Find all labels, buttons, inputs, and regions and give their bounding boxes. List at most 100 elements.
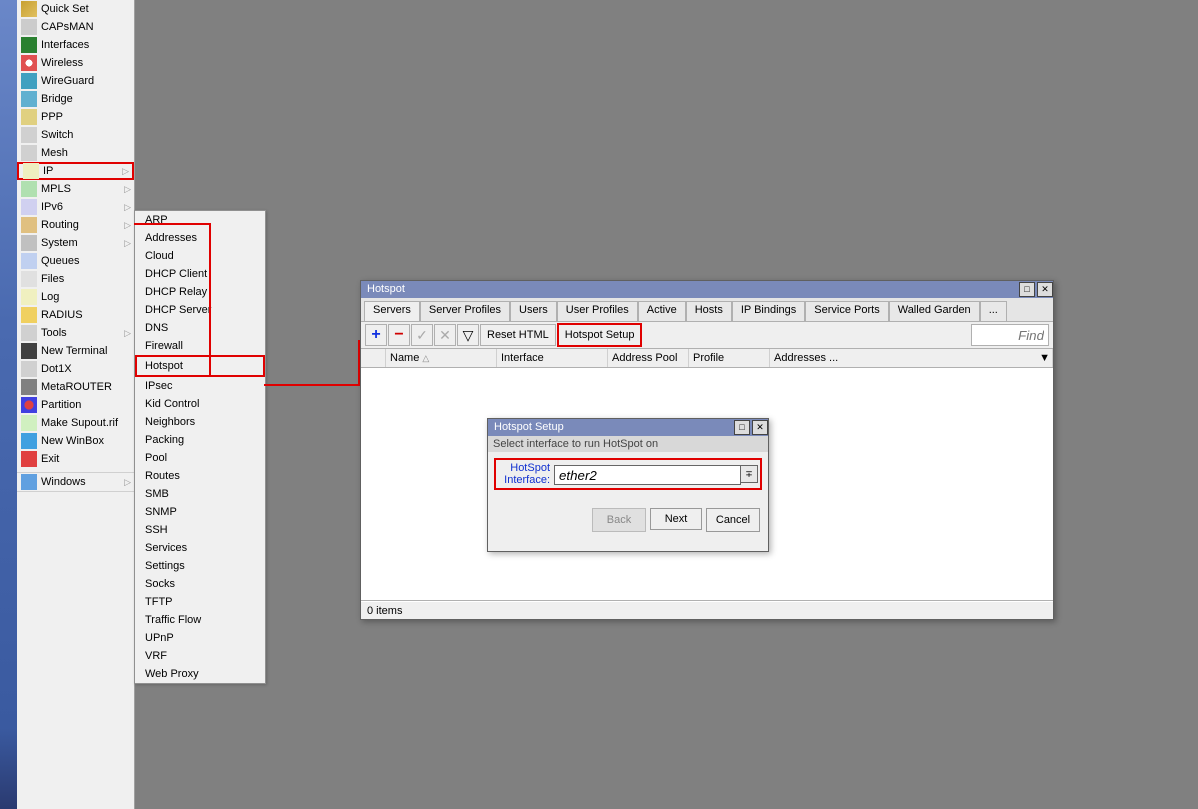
menu-label: Files [41, 270, 134, 288]
table-header-interface[interactable]: Interface [497, 349, 608, 367]
submenu-item-settings[interactable]: Settings [135, 557, 265, 575]
menu-item-windows[interactable]: Windows▷ [17, 472, 134, 492]
menu-item-interfaces[interactable]: Interfaces [17, 36, 134, 54]
submenu-item-snmp[interactable]: SNMP [135, 503, 265, 521]
menu-item-switch[interactable]: Switch [17, 126, 134, 144]
ic-quickset-icon [21, 1, 37, 17]
submenu-item-neighbors[interactable]: Neighbors [135, 413, 265, 431]
hotspot-interface-combo[interactable]: ∓ [554, 465, 758, 483]
menu-item-bridge[interactable]: Bridge [17, 90, 134, 108]
table-header-profile[interactable]: Profile [689, 349, 770, 367]
submenu-item-packing[interactable]: Packing [135, 431, 265, 449]
menu-item-mesh[interactable]: Mesh [17, 144, 134, 162]
disable-button[interactable]: ✕ [434, 324, 456, 346]
menu-item-files[interactable]: Files [17, 270, 134, 288]
submenu-item-tftp[interactable]: TFTP [135, 593, 265, 611]
submenu-item-services[interactable]: Services [135, 539, 265, 557]
menu-item-new-terminal[interactable]: New Terminal [17, 342, 134, 360]
menu-item-wireless[interactable]: Wireless [17, 54, 134, 72]
menu-item-capsman[interactable]: CAPsMAN [17, 18, 134, 36]
submenu-item-pool[interactable]: Pool [135, 449, 265, 467]
table-header-name[interactable]: Name△ [386, 349, 497, 367]
setup-titlebar[interactable]: Hotspot Setup □ ✕ [488, 419, 768, 436]
tab-users[interactable]: Users [510, 301, 557, 321]
tab--[interactable]: ... [980, 301, 1007, 321]
filter-button[interactable]: ▽ [457, 324, 479, 346]
menu-label: Queues [41, 252, 134, 270]
menu-item-metarouter[interactable]: MetaROUTER [17, 378, 134, 396]
menu-item-routing[interactable]: Routing▷ [17, 216, 134, 234]
submenu-item-kid-control[interactable]: Kid Control [135, 395, 265, 413]
submenu-item-dns[interactable]: DNS [135, 319, 265, 337]
menu-item-ppp[interactable]: PPP [17, 108, 134, 126]
tab-active[interactable]: Active [638, 301, 686, 321]
hotspot-interface-input[interactable] [554, 465, 741, 485]
tab-user-profiles[interactable]: User Profiles [557, 301, 638, 321]
enable-button[interactable]: ✓ [411, 324, 433, 346]
menu-item-quick-set[interactable]: Quick Set [17, 0, 134, 18]
close-button[interactable]: ✕ [1037, 282, 1053, 297]
ic-log-icon [21, 289, 37, 305]
tab-servers[interactable]: Servers [364, 301, 420, 321]
submenu-item-vrf[interactable]: VRF [135, 647, 265, 665]
cancel-button[interactable]: Cancel [706, 508, 760, 532]
menu-item-ip[interactable]: IP▷ [17, 162, 134, 180]
menu-item-wireguard[interactable]: WireGuard [17, 72, 134, 90]
submenu-item-firewall[interactable]: Firewall [135, 337, 265, 355]
minimize-button[interactable]: □ [1019, 282, 1035, 297]
menu-label: Log [41, 288, 134, 306]
table-header-addresses[interactable]: Addresses ...▼ [770, 349, 1053, 367]
hotspot-interface-label: HotSpot Interface: [498, 462, 554, 486]
reset-html-button[interactable]: Reset HTML [480, 324, 556, 346]
submenu-item-ipsec[interactable]: IPsec [135, 377, 265, 395]
submenu-item-cloud[interactable]: Cloud [135, 247, 265, 265]
tab-walled-garden[interactable]: Walled Garden [889, 301, 980, 321]
table-header-blank[interactable] [361, 349, 386, 367]
submenu-item-traffic-flow[interactable]: Traffic Flow [135, 611, 265, 629]
submenu-item-upnp[interactable]: UPnP [135, 629, 265, 647]
menu-item-tools[interactable]: Tools▷ [17, 324, 134, 342]
table-header-address-pool[interactable]: Address Pool [608, 349, 689, 367]
menu-item-new-winbox[interactable]: New WinBox [17, 432, 134, 450]
menu-item-ipv6[interactable]: IPv6▷ [17, 198, 134, 216]
combo-dropdown-icon[interactable]: ∓ [741, 465, 758, 483]
submenu-item-routes[interactable]: Routes [135, 467, 265, 485]
menu-item-make-supout-rif[interactable]: Make Supout.rif [17, 414, 134, 432]
menu-item-radius[interactable]: RADIUS [17, 306, 134, 324]
submenu-item-smb[interactable]: SMB [135, 485, 265, 503]
remove-button[interactable]: − [388, 324, 410, 346]
menu-label: IP [43, 162, 118, 180]
table-header: Name△ Interface Address Pool Profile Add… [361, 349, 1053, 368]
hotspot-window-titlebar[interactable]: Hotspot □ ✕ [361, 281, 1053, 298]
menu-item-mpls[interactable]: MPLS▷ [17, 180, 134, 198]
menu-item-log[interactable]: Log [17, 288, 134, 306]
menu-item-exit[interactable]: Exit [17, 450, 134, 468]
submenu-item-web-proxy[interactable]: Web Proxy [135, 665, 265, 683]
tab-hosts[interactable]: Hosts [686, 301, 732, 321]
menu-item-system[interactable]: System▷ [17, 234, 134, 252]
submenu-item-ssh[interactable]: SSH [135, 521, 265, 539]
next-button[interactable]: Next [650, 508, 702, 530]
tab-server-profiles[interactable]: Server Profiles [420, 301, 510, 321]
ic-wg-icon [21, 73, 37, 89]
menu-item-partition[interactable]: Partition [17, 396, 134, 414]
submenu-item-hotspot[interactable]: Hotspot [135, 355, 265, 377]
menu-label: Tools [41, 324, 120, 342]
submenu-item-socks[interactable]: Socks [135, 575, 265, 593]
submenu-item-dhcp-relay[interactable]: DHCP Relay [135, 283, 265, 301]
add-button[interactable]: + [365, 324, 387, 346]
submenu-item-arp[interactable]: ARP [135, 211, 265, 229]
submenu-item-dhcp-server[interactable]: DHCP Server [135, 301, 265, 319]
hotspot-setup-button[interactable]: Hotspot Setup [557, 323, 643, 347]
setup-title: Hotspot Setup [494, 419, 564, 436]
submenu-item-addresses[interactable]: Addresses [135, 229, 265, 247]
setup-minimize-button[interactable]: □ [734, 420, 750, 435]
submenu-item-dhcp-client[interactable]: DHCP Client [135, 265, 265, 283]
tab-ip-bindings[interactable]: IP Bindings [732, 301, 805, 321]
ic-ppp-icon [21, 109, 37, 125]
menu-item-dot1x[interactable]: Dot1X [17, 360, 134, 378]
menu-item-queues[interactable]: Queues [17, 252, 134, 270]
tab-service-ports[interactable]: Service Ports [805, 301, 888, 321]
setup-close-button[interactable]: ✕ [752, 420, 768, 435]
find-input[interactable] [971, 324, 1049, 346]
